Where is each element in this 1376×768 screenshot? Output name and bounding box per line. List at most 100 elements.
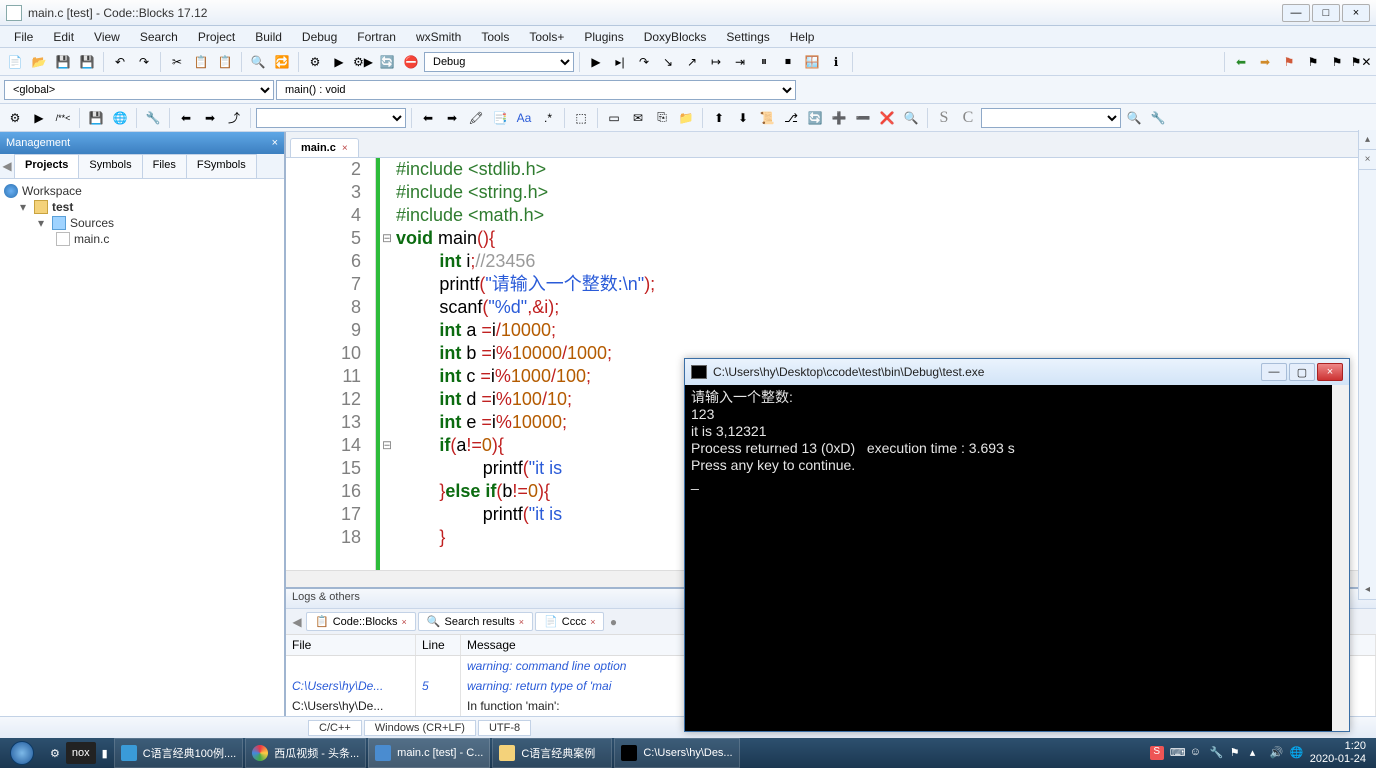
doxy-save-icon[interactable]: 💾	[85, 107, 107, 129]
scope-select[interactable]: <global>	[4, 80, 274, 100]
info-icon[interactable]: ℹ	[825, 51, 847, 73]
tab-scroll-left-icon[interactable]: ◀	[0, 154, 14, 178]
f-search-icon[interactable]: 🔍	[900, 107, 922, 129]
f-mail-icon[interactable]: ✉	[627, 107, 649, 129]
console-titlebar[interactable]: C:\Users\hy\Desktop\ccode\test\bin\Debug…	[685, 359, 1349, 385]
highlight-icon[interactable]: 🖍	[465, 107, 487, 129]
tree-project[interactable]: test	[52, 200, 73, 214]
jump-back-icon[interactable]: ⬅	[175, 107, 197, 129]
console-window[interactable]: C:\Users\hy\Desktop\ccode\test\bin\Debug…	[684, 358, 1350, 732]
logs-scroll-right-icon[interactable]: ●	[606, 615, 620, 629]
doxy-config-icon[interactable]: ⚙	[4, 107, 26, 129]
next-icon[interactable]: ➡	[441, 107, 463, 129]
open-icon[interactable]: 📂	[28, 51, 50, 73]
select-icon[interactable]: 📑	[489, 107, 511, 129]
cut-icon[interactable]: ✂	[166, 51, 188, 73]
task-item[interactable]: C语言经典案例	[492, 738, 612, 768]
menu-build[interactable]: Build	[245, 28, 292, 46]
tab-close-icon[interactable]: ×	[402, 617, 407, 627]
col-line[interactable]: Line	[416, 635, 461, 655]
tray-network-icon[interactable]: 🌐	[1290, 746, 1304, 760]
system-tray[interactable]: S ⌨ ☺ 🔧 ⚑ ▴ 🔊 🌐 1:20 2020-01-24	[1150, 740, 1376, 766]
step-into-icon[interactable]: ↘	[657, 51, 679, 73]
f-box-icon[interactable]: ▭	[603, 107, 625, 129]
doxy-run-icon[interactable]: ▶	[28, 107, 50, 129]
management-close-icon[interactable]: ×	[272, 137, 278, 149]
next-instr-icon[interactable]: ↦	[705, 51, 727, 73]
f-down-icon[interactable]: ⬇	[732, 107, 754, 129]
f-log-icon[interactable]: 📜	[756, 107, 778, 129]
letter-c-icon[interactable]: C	[957, 107, 979, 129]
task-item[interactable]: main.c [test] - C...	[368, 738, 490, 768]
pinned-terminal[interactable]: ▮	[96, 738, 114, 768]
fold-column[interactable]: ⊟⊟	[380, 158, 394, 570]
run-to-cursor-icon[interactable]: ▸|	[609, 51, 631, 73]
logs-scroll-left-icon[interactable]: ◀	[290, 615, 304, 629]
step-instr-icon[interactable]: ⇥	[729, 51, 751, 73]
tab-files[interactable]: Files	[142, 154, 187, 178]
text-tool-icon[interactable]: Aa	[513, 107, 535, 129]
close-button[interactable]: ×	[1342, 4, 1370, 22]
step-out-icon[interactable]: ↗	[681, 51, 703, 73]
f-minus-icon[interactable]: ➖	[852, 107, 874, 129]
debug-continue-icon[interactable]: ▶	[585, 51, 607, 73]
bookmark-toggle-icon[interactable]: ⚑	[1326, 51, 1348, 73]
undo-icon[interactable]: ↶	[109, 51, 131, 73]
logs-tab-cccc[interactable]: 📄 Cccc ×	[535, 612, 604, 631]
expander-icon[interactable]: ▾	[38, 216, 48, 230]
build-run-icon[interactable]: ⚙▶	[352, 51, 374, 73]
f-up-icon[interactable]: ⬆	[708, 107, 730, 129]
menu-project[interactable]: Project	[188, 28, 245, 46]
console-close-button[interactable]: ×	[1317, 363, 1343, 381]
bookmark-next-icon[interactable]: ⚑	[1302, 51, 1324, 73]
tray-sogou-icon[interactable]: S	[1150, 746, 1164, 760]
letter-s-icon[interactable]: S	[933, 107, 955, 129]
menu-plugins[interactable]: Plugins	[574, 28, 633, 46]
menu-doxyblocks[interactable]: DoxyBlocks	[634, 28, 717, 46]
f-folder-icon[interactable]: 📁	[675, 107, 697, 129]
menu-file[interactable]: File	[4, 28, 43, 46]
clock[interactable]: 1:20 2020-01-24	[1310, 740, 1374, 766]
jump-last-icon[interactable]: ⤴	[223, 107, 245, 129]
menu-debug[interactable]: Debug	[292, 28, 347, 46]
replace-icon[interactable]: 🔁	[271, 51, 293, 73]
tab-symbols[interactable]: Symbols	[78, 154, 142, 178]
function-select[interactable]: main() : void	[276, 80, 796, 100]
zoom-icon[interactable]: 🔍	[1123, 107, 1145, 129]
console-minimize-button[interactable]: —	[1261, 363, 1287, 381]
tab-close-icon[interactable]: ×	[590, 617, 595, 627]
task-item[interactable]: 西瓜视频 - 头条...	[245, 738, 366, 768]
nav-fwd-icon[interactable]: ➡	[1254, 51, 1276, 73]
f-branch-icon[interactable]: ⎇	[780, 107, 802, 129]
tray-volume-icon[interactable]: 🔊	[1270, 746, 1284, 760]
menu-search[interactable]: Search	[130, 28, 188, 46]
maximize-button[interactable]: □	[1312, 4, 1340, 22]
dock-up-icon[interactable]: ▴	[1359, 130, 1376, 150]
menu-tools-plus[interactable]: Tools+	[519, 28, 574, 46]
find-icon[interactable]: 🔍	[247, 51, 269, 73]
tab-projects[interactable]: Projects	[14, 154, 79, 178]
debug-windows-icon[interactable]: 🪟	[801, 51, 823, 73]
pinned-settings[interactable]: ⚙	[44, 738, 66, 768]
tray-expand-icon[interactable]: ▴	[1250, 746, 1264, 760]
right-dock-strip[interactable]: ▴ × ◂	[1358, 130, 1376, 600]
bookmark-clear-icon[interactable]: ⚑✕	[1350, 51, 1372, 73]
copy-icon[interactable]: 📋	[190, 51, 212, 73]
minimize-button[interactable]: —	[1282, 4, 1310, 22]
pinned-nox[interactable]: nox	[66, 742, 96, 764]
break-icon[interactable]: ⏸	[753, 51, 775, 73]
tree-sources[interactable]: Sources	[70, 216, 114, 230]
tray-wrench-icon[interactable]: 🔧	[1210, 746, 1224, 760]
tray-flag-icon[interactable]: ⚑	[1230, 746, 1244, 760]
paste-icon[interactable]: 📋	[214, 51, 236, 73]
prev-icon[interactable]: ⬅	[417, 107, 439, 129]
save-all-icon[interactable]: 💾	[76, 51, 98, 73]
build-target-select[interactable]: Debug	[424, 52, 574, 72]
tray-emoji-icon[interactable]: ☺	[1190, 746, 1204, 760]
start-button[interactable]	[0, 738, 44, 768]
tab-fsymbols[interactable]: FSymbols	[186, 154, 257, 178]
regex-icon[interactable]: .*	[537, 107, 559, 129]
menu-fortran[interactable]: Fortran	[347, 28, 406, 46]
tree-workspace[interactable]: Workspace	[22, 184, 82, 198]
tab-close-icon[interactable]: ×	[519, 617, 524, 627]
